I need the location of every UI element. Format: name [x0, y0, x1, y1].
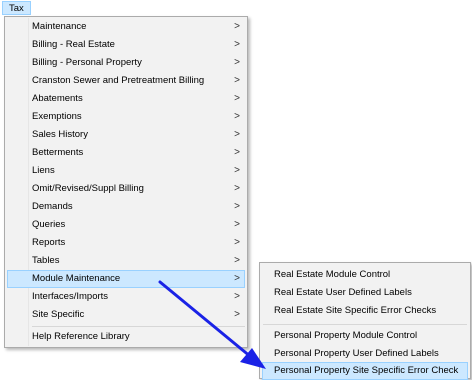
submenu-item-real-estate-module-control[interactable]: Real Estate Module Control: [262, 266, 468, 284]
submenu-arrow-icon: >: [234, 309, 240, 320]
menubar-tax[interactable]: Tax: [2, 1, 31, 15]
submenu-item-personal-property-site-specific-error-check[interactable]: Personal Property Site Specific Error Ch…: [262, 362, 468, 380]
submenu-item-label: Personal Property Site Specific Error Ch…: [274, 365, 459, 376]
submenu-item-label: Personal Property Module Control: [274, 330, 418, 341]
submenu-item-real-estate-user-defined-labels[interactable]: Real Estate User Defined Labels: [262, 284, 468, 302]
menu-item-label: Cranston Sewer and Pretreatment Billing: [32, 75, 205, 86]
submenu-arrow-icon: >: [234, 273, 240, 284]
menu-item-label: Abatements: [32, 93, 83, 104]
menu-item-billing-real-estate[interactable]: Billing - Real Estate >: [7, 36, 245, 54]
menu-item-label: Liens: [32, 165, 55, 176]
menu-item-help-reference-library[interactable]: Help Reference Library: [7, 328, 245, 346]
menu-item-omit-revised-suppl-billing[interactable]: Omit/Revised/Suppl Billing >: [7, 180, 245, 198]
submenu-arrow-icon: >: [234, 237, 240, 248]
menu-item-label: Maintenance: [32, 21, 87, 32]
submenu-item-personal-property-module-control[interactable]: Personal Property Module Control: [262, 327, 468, 345]
menu-item-label: Betterments: [32, 147, 84, 158]
submenu-arrow-icon: >: [234, 201, 240, 212]
menu-item-label: Billing - Real Estate: [32, 39, 115, 50]
submenu-item-label: Real Estate User Defined Labels: [274, 287, 412, 298]
menu-item-label: Reports: [32, 237, 66, 248]
menu-item-label: Billing - Personal Property: [32, 57, 142, 68]
menu-item-label: Exemptions: [32, 111, 82, 122]
submenu-arrow-icon: >: [234, 165, 240, 176]
submenu-arrow-icon: >: [234, 75, 240, 86]
menu-item-label: Sales History: [32, 129, 88, 140]
submenu-arrow-icon: >: [234, 93, 240, 104]
submenu-arrow-icon: >: [234, 291, 240, 302]
menu-item-tables[interactable]: Tables >: [7, 252, 245, 270]
tax-menu-dropdown: Maintenance > Billing - Real Estate > Bi…: [4, 16, 248, 348]
menu-item-label: Module Maintenance: [32, 273, 121, 284]
menu-item-site-specific[interactable]: Site Specific >: [7, 306, 245, 324]
submenu-item-label: Real Estate Site Specific Error Checks: [274, 305, 437, 316]
submenu-item-label: Real Estate Module Control: [274, 269, 391, 280]
menu-item-module-maintenance[interactable]: Module Maintenance >: [7, 270, 245, 288]
menu-item-queries[interactable]: Queries >: [7, 216, 245, 234]
module-maintenance-submenu: Real Estate Module Control Real Estate U…: [259, 262, 471, 380]
menu-item-maintenance[interactable]: Maintenance >: [7, 18, 245, 36]
menu-item-betterments[interactable]: Betterments >: [7, 144, 245, 162]
menu-item-label: Tables: [32, 255, 60, 266]
submenu-separator: [263, 324, 467, 325]
submenu-arrow-icon: >: [234, 183, 240, 194]
submenu-arrow-icon: >: [234, 111, 240, 122]
submenu-arrow-icon: >: [234, 219, 240, 230]
submenu-arrow-icon: >: [234, 21, 240, 32]
menu-item-label: Omit/Revised/Suppl Billing: [32, 183, 144, 194]
submenu-item-label: Personal Property User Defined Labels: [274, 348, 439, 359]
menu-item-exemptions[interactable]: Exemptions >: [7, 108, 245, 126]
menu-item-label: Interfaces/Imports: [32, 291, 109, 302]
menu-item-label: Site Specific: [32, 309, 85, 320]
submenu-item-personal-property-user-defined-labels[interactable]: Personal Property User Defined Labels: [262, 345, 468, 363]
menu-item-abatements[interactable]: Abatements >: [7, 90, 245, 108]
submenu-arrow-icon: >: [234, 129, 240, 140]
menu-item-billing-personal-property[interactable]: Billing - Personal Property >: [7, 54, 245, 72]
menu-item-label: Help Reference Library: [32, 331, 130, 342]
menu-item-cranston-sewer-billing[interactable]: Cranston Sewer and Pretreatment Billing …: [7, 72, 245, 90]
menu-bar: Tax: [0, 0, 472, 17]
submenu-item-real-estate-site-specific-error-checks[interactable]: Real Estate Site Specific Error Checks: [262, 302, 468, 320]
menu-item-sales-history[interactable]: Sales History >: [7, 126, 245, 144]
submenu-arrow-icon: >: [234, 57, 240, 68]
submenu-arrow-icon: >: [234, 147, 240, 158]
submenu-arrow-icon: >: [234, 255, 240, 266]
menu-item-demands[interactable]: Demands >: [7, 198, 245, 216]
menu-item-reports[interactable]: Reports >: [7, 234, 245, 252]
menu-item-label: Demands: [32, 201, 73, 212]
menu-item-liens[interactable]: Liens >: [7, 162, 245, 180]
submenu-arrow-icon: >: [234, 39, 240, 50]
menu-item-label: Queries: [32, 219, 66, 230]
menu-separator: [32, 326, 245, 327]
menu-item-interfaces-imports[interactable]: Interfaces/Imports >: [7, 288, 245, 306]
